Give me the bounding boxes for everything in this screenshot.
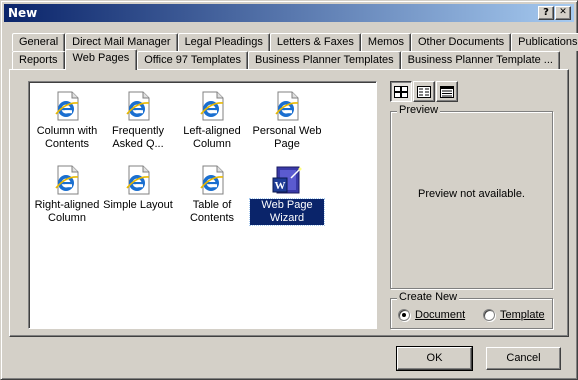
template-list[interactable]: Column with Contents Frequently Asked Q..… [28,81,377,329]
template-radio[interactable]: Template [483,309,545,321]
tab-other-documents[interactable]: Other Documents [410,33,512,51]
tab-business-planner-template[interactable]: Business Planner Template ... [400,51,560,69]
ie-document-icon [126,165,150,195]
create-new-group: Create New Document Template [390,291,553,329]
ie-document-icon [200,91,224,121]
preview-label: Preview [397,104,441,116]
ie-document-icon [126,91,150,121]
template-item-label: Frequently Asked Q... [112,125,164,150]
ie-document-icon [55,165,79,195]
template-item-label: Column with Contents [36,125,98,150]
template-radio-circle[interactable] [483,309,495,321]
svg-text:W: W [275,180,286,192]
view-toolbar [390,81,459,102]
tab-legal-pleadings[interactable]: Legal Pleadings [177,33,270,51]
tab-memos[interactable]: Memos [360,33,411,51]
create-new-label: Create New [397,291,460,303]
template-item-label: Personal Web Page [252,125,322,150]
template-item-label: Left-aligned Column [183,125,241,150]
template-item-table-of-contents[interactable]: Table of Contents [175,164,249,225]
close-button[interactable]: ✕ [555,6,571,20]
title-bar[interactable]: New ? ✕ [4,4,574,22]
details-view-button[interactable] [436,81,458,102]
document-radio-circle[interactable] [398,309,410,321]
tab-reports[interactable]: Reports [12,51,65,69]
tab-row-front: Reports Web Pages Office 97 Templates Busin… [12,49,560,70]
tab-office-97-templates[interactable]: Office 97 Templates [137,51,249,69]
tab-letters-faxes[interactable]: Letters & Faxes [269,33,361,51]
large-icons-view-icon [394,85,408,98]
tab-general[interactable]: General [12,33,66,51]
new-dialog: New ? ✕ General Direct Mail Manager Legal … [0,0,578,380]
template-item-label: Table of Contents [189,199,235,224]
list-view-icon [417,85,431,98]
template-item-label: Simple Layout [103,199,173,211]
template-item-frequently-asked-q[interactable]: Frequently Asked Q... [101,90,175,151]
template-item-label: Right-aligned Column [34,199,100,224]
template-item-web-page-wizard[interactable]: W Web Page Wizard [249,164,325,226]
template-item-left-aligned-column[interactable]: Left-aligned Column [175,90,249,151]
template-radio-label: Template [500,309,545,321]
ie-document-icon [275,91,299,121]
help-button[interactable]: ? [538,6,554,20]
tab-business-planner-templates[interactable]: Business Planner Templates [248,51,401,69]
template-item-simple-layout[interactable]: Simple Layout [101,164,175,212]
window-title: New [8,6,38,20]
document-radio[interactable]: Document [398,309,465,321]
radio-selected-dot [402,313,406,317]
template-item-column-with-contents[interactable]: Column with Contents [30,90,104,151]
template-item-personal-web-page[interactable]: Personal Web Page [250,90,324,151]
tab-publications[interactable]: Publications [511,33,578,51]
cancel-button[interactable]: Cancel [486,347,561,370]
ie-document-icon [200,165,224,195]
preview-message: Preview not available. [417,188,525,200]
details-view-icon [440,85,454,98]
list-view-button[interactable] [413,81,435,102]
document-radio-label: Document [415,309,466,321]
ok-button[interactable]: OK [396,346,473,371]
ie-document-icon [55,91,79,121]
preview-group: Preview Preview not available. [390,104,553,289]
template-item-right-aligned-column[interactable]: Right-aligned Column [30,164,104,225]
tab-web-pages[interactable]: Web Pages [64,49,138,70]
template-item-label: Web Page Wizard [249,198,325,226]
word-wizard-icon: W [272,166,302,194]
large-icons-view-button[interactable] [390,81,412,102]
